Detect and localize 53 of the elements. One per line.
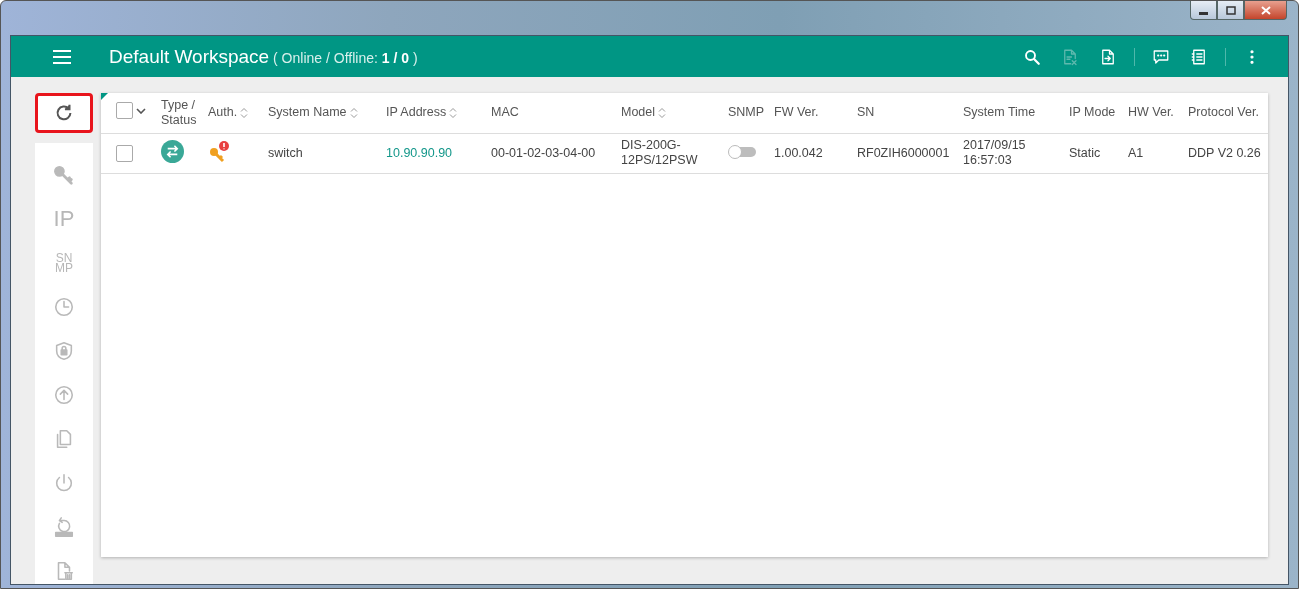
column-header: System Time (963, 105, 1036, 121)
sort-icon (240, 106, 249, 119)
column-header[interactable]: IP Address (386, 105, 458, 121)
ip-link[interactable]: 10.90.90.90 (386, 145, 453, 161)
minimize-icon (1199, 11, 1208, 15)
clock-icon (53, 295, 75, 318)
switch-icon (161, 140, 184, 163)
table-cell: DDP V2 0.26 (1188, 145, 1261, 161)
file-export-icon (1099, 47, 1117, 66)
close-icon (1260, 5, 1271, 15)
column-header: Type / Status (161, 97, 197, 128)
key-icon (53, 163, 75, 186)
sort-icon (449, 106, 458, 119)
power-icon (53, 471, 75, 494)
table-cell: DIS-200G- 12PS/12PSW (621, 138, 698, 168)
table-cell: RF0ZIH6000001 (857, 145, 950, 161)
menu-icon[interactable] (53, 49, 71, 64)
restore-button[interactable] (1217, 1, 1244, 20)
sort-icon (658, 106, 667, 119)
select-all-checkbox[interactable] (116, 102, 133, 120)
column-header: FW Ver. (774, 105, 819, 121)
column-header: MAC (491, 105, 519, 121)
close-button[interactable] (1244, 1, 1287, 20)
column-header: HW Ver. (1128, 105, 1174, 121)
minimize-button[interactable] (1190, 1, 1217, 20)
chat-icon (1152, 47, 1170, 66)
column-header: SNMP (728, 105, 765, 121)
more-icon (1249, 47, 1255, 66)
upload-icon (53, 383, 75, 406)
search-icon (1023, 47, 1041, 66)
shield-lock-icon (53, 339, 75, 362)
row-checkbox[interactable] (116, 144, 133, 162)
column-header[interactable]: Auth. (208, 105, 249, 121)
list-icon (1190, 47, 1208, 66)
file-x-icon (1061, 47, 1079, 66)
column-header: Protocol Ver. (1188, 105, 1259, 121)
column-header: IP Mode (1069, 105, 1116, 121)
column-header[interactable]: Model (621, 105, 667, 121)
column-header: SN (857, 105, 875, 121)
table-cell: 1.00.042 (774, 145, 823, 161)
restore-icon (1225, 5, 1236, 15)
column-header[interactable]: System Name (268, 105, 358, 121)
table-cell: switch (268, 145, 303, 161)
snmp-toggle[interactable] (728, 144, 756, 159)
restore-icon (53, 515, 75, 538)
table-cell: A1 (1128, 145, 1144, 161)
sort-icon (349, 106, 358, 119)
table-cell: Static (1069, 145, 1101, 161)
table-cell: 00-01-02-03-04-00 (491, 145, 596, 161)
workspace-title: Default Workspace ( Online / Offline: 1 / 0 ) (109, 45, 419, 68)
refresh-button[interactable] (35, 93, 93, 133)
table-cell: 2017/09/15 16:57:03 (963, 138, 1026, 168)
dropdown-icon[interactable] (136, 107, 146, 114)
